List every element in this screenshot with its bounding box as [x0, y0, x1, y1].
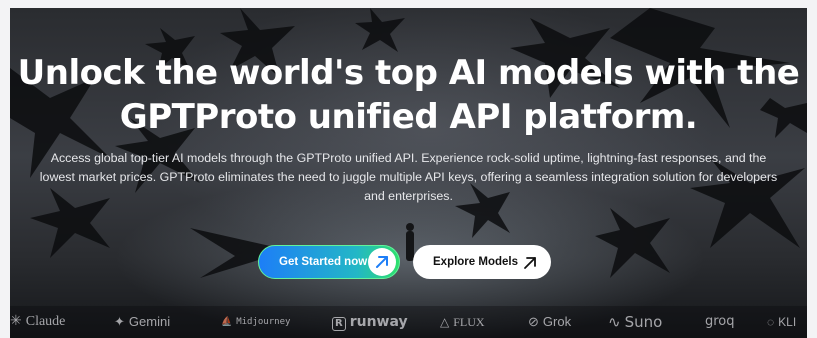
flux-triangle-icon: △	[440, 315, 450, 329]
claude-icon: ✳	[10, 314, 22, 329]
logo-grok: ⊘ Grok	[528, 306, 571, 338]
hero-subtitle-line-2: lowest market prices. GPTProto eliminate…	[39, 170, 778, 184]
logo-flux: △ FLUX	[440, 306, 485, 338]
explore-models-button[interactable]: Explore Models	[413, 245, 551, 279]
kling-icon: ◌	[767, 315, 775, 329]
hero-title-line-2: GPTProto unified API platform.	[119, 97, 698, 137]
hero-banner: Unlock the world's top AI models with th…	[10, 8, 807, 338]
logo-gemini: ✦ Gemini	[114, 306, 170, 338]
logo-suno: ∿ Suno	[608, 306, 662, 338]
groq-icon: groq	[705, 314, 735, 329]
runway-r-icon: R	[332, 317, 346, 331]
get-started-button[interactable]: Get Started now	[258, 245, 400, 279]
logo-claude: ✳ Claude	[10, 306, 65, 338]
hero-title-line-1: Unlock the world's top AI models with th…	[17, 53, 800, 93]
suno-wave-icon: ∿	[608, 313, 621, 331]
arrow-up-right-icon	[523, 255, 537, 269]
get-started-label: Get Started now	[279, 256, 368, 268]
logo-runway: Rrunway	[332, 306, 408, 338]
hero-subtitle-line-1: Access global top-tier AI models through…	[50, 151, 767, 165]
hero-subtitle: Access global top-tier AI models through…	[38, 149, 779, 206]
logo-groq: groq	[705, 306, 735, 338]
partner-logo-strip: ✳ Claude ✦ Gemini ⛵ Midjourney Rrunway △ FLU…	[10, 306, 807, 338]
logo-midjourney: ⛵ Midjourney	[221, 306, 290, 338]
hero-subtitle-line-3: and enterprises.	[364, 189, 453, 203]
explore-models-label: Explore Models	[433, 256, 518, 268]
gemini-sparkle-icon: ✦	[114, 314, 125, 329]
logo-kling: ◌ KLI	[767, 306, 796, 338]
arrow-up-right-icon	[368, 248, 396, 276]
midjourney-sail-icon: ⛵	[221, 317, 233, 327]
hero-title: Unlock the world's top AI models with th…	[10, 51, 807, 139]
grok-circle-icon: ⊘	[528, 314, 539, 329]
